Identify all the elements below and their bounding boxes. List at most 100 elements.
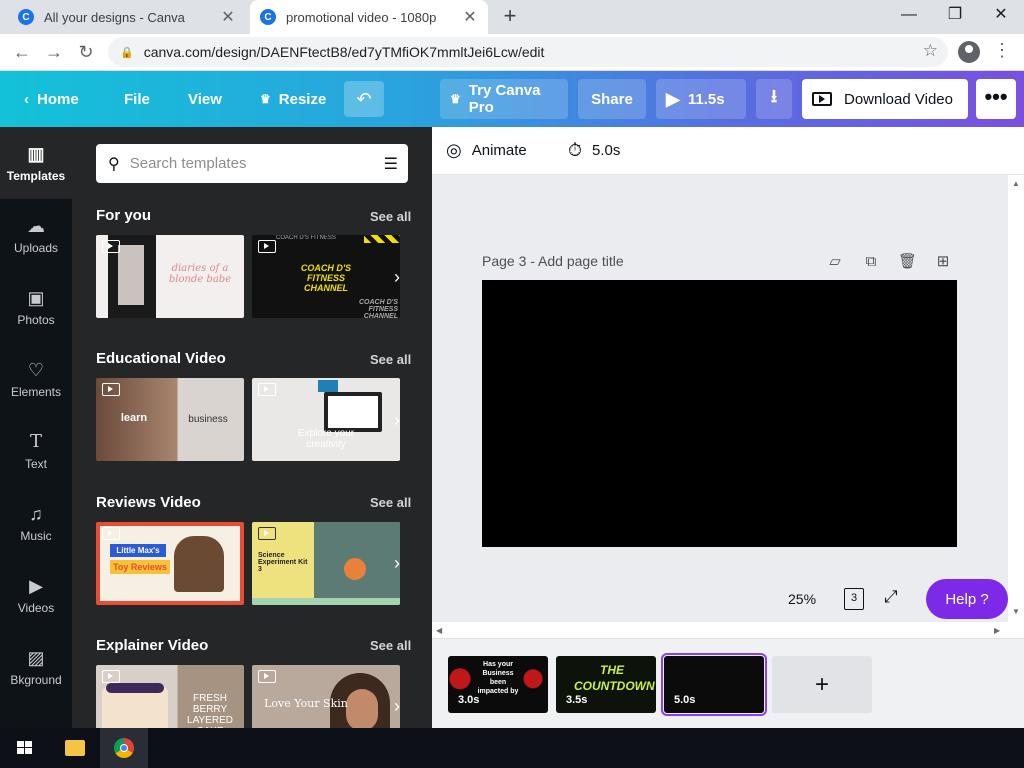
zoom-percentage[interactable]: 25% — [788, 591, 816, 607]
template-thumb-explore-creativity[interactable]: Explore your creativity — [252, 378, 400, 461]
template-thumb-diaries[interactable]: diaries of a blonde babe — [96, 235, 244, 318]
child-photo — [174, 536, 224, 592]
fullscreen-icon[interactable]: ⤢ — [884, 587, 898, 607]
scroll-right-arrow-icon[interactable]: ▶ — [994, 626, 1000, 635]
thumb-subcaption: business — [188, 414, 228, 425]
chevron-right-icon[interactable]: › — [394, 553, 408, 573]
back-arrow-icon[interactable]: ← — [10, 40, 34, 64]
note-icon[interactable]: ▱ — [826, 253, 844, 271]
tab-title: promotional video - 1080p — [286, 9, 437, 25]
template-thumb-science-kit[interactable]: Science Experiment Kit 3 — [252, 522, 400, 605]
browser-address-bar: ← → ↻ 🔒 canva.com/design/DAENFtectB8/ed7… — [0, 34, 1024, 71]
video-badge-icon — [258, 240, 276, 253]
rail-item-elements[interactable]: ♡ Elements — [0, 343, 72, 415]
more-options-button[interactable]: ••• — [976, 79, 1016, 119]
template-thumb-berry-cake[interactable]: FRESH BERRY LAYERED CAKE — [96, 665, 244, 728]
new-tab-button[interactable]: + — [498, 4, 522, 28]
download-icon-button[interactable]: ⭳ — [756, 79, 792, 119]
home-button[interactable]: ‹ Home — [14, 79, 89, 119]
try-canva-pro-button[interactable]: ♛ Try Canva Pro — [440, 79, 568, 119]
close-icon[interactable]: ✕ — [462, 7, 478, 27]
chevron-right-icon[interactable]: › — [394, 410, 408, 430]
rail-item-background[interactable]: ▨ Bkground — [0, 631, 72, 703]
page-title[interactable]: Page 3 - Add page title — [482, 253, 624, 269]
window-close-icon[interactable]: ✕ — [978, 0, 1024, 30]
thumb-subcaption: Toy Reviews — [110, 560, 170, 574]
design-canvas-page[interactable] — [482, 280, 957, 547]
see-all-link[interactable]: See all — [370, 209, 411, 224]
see-all-link[interactable]: See all — [370, 495, 411, 510]
berries-shape — [106, 683, 164, 693]
background-pattern-icon: ▨ — [27, 648, 45, 668]
duplicate-icon[interactable]: ⧉ — [862, 253, 880, 271]
add-page-button[interactable]: + — [772, 656, 872, 713]
scroll-down-arrow-icon[interactable]: ▼ — [1012, 607, 1020, 616]
url-field[interactable]: 🔒 canva.com/design/DAENFtectB8/ed7yTMfiO… — [108, 37, 948, 67]
timeline-clip-2[interactable]: THE COUNTDOWN? 3.5s — [556, 656, 656, 713]
person-photo — [118, 245, 144, 305]
rail-item-music[interactable]: ♫ Music — [0, 487, 72, 559]
file-menu-button[interactable]: File — [114, 79, 160, 119]
resize-button[interactable]: ♛ Resize — [250, 79, 336, 119]
rail-item-videos[interactable]: ▶ Videos — [0, 559, 72, 631]
chevron-left-icon: ‹ — [24, 90, 29, 108]
download-video-button[interactable]: Download Video — [802, 79, 968, 119]
see-all-link[interactable]: See all — [370, 352, 411, 367]
section-title: Explainer Video — [96, 637, 209, 654]
rail-item-uploads[interactable]: ☁ Uploads — [0, 199, 72, 271]
chevron-right-icon[interactable]: › — [394, 696, 408, 716]
browser-menu-icon[interactable]: ⋮ — [992, 40, 1012, 61]
play-button[interactable]: ▶ 11.5s — [656, 79, 746, 119]
reload-icon[interactable]: ↻ — [74, 40, 98, 64]
profile-avatar-icon[interactable] — [958, 41, 980, 63]
help-button[interactable]: Help ? — [926, 579, 1008, 619]
cake-photo — [102, 687, 168, 728]
windows-start-icon[interactable] — [0, 728, 48, 768]
search-icon: ⚲ — [108, 155, 120, 173]
share-button[interactable]: Share — [578, 79, 646, 119]
rail-item-templates[interactable]: ▥ Templates — [0, 127, 72, 199]
search-templates-input[interactable]: ⚲ Search templates ☰ — [96, 144, 408, 183]
tab-title: All your designs - Canva — [44, 9, 185, 25]
template-thumb-learn-business[interactable]: learn business — [96, 378, 244, 461]
rail-item-text[interactable]: T Text — [0, 415, 72, 487]
template-thumb-toy-reviews[interactable]: Little Max's Toy Reviews — [96, 522, 244, 605]
duration-label: 5.0s — [592, 142, 621, 159]
file-explorer-icon[interactable] — [50, 728, 98, 768]
thumb-caption: Science Experiment Kit 3 — [258, 552, 308, 573]
browser-tab-all-designs[interactable]: C All your designs - Canva ✕ — [8, 0, 246, 34]
animate-button[interactable]: ◎ Animate — [446, 140, 527, 161]
template-thumb-coach-fitness[interactable]: COACH D'S FITNESS COACH D'S FITNESS CHAN… — [252, 235, 400, 318]
shapes-icon: ♡ — [27, 360, 45, 380]
thumb-subcaption: COACH D'S FITNESS — [276, 235, 336, 241]
rail-item-photos[interactable]: ▣ Photos — [0, 271, 72, 343]
trash-icon[interactable]: 🗑 — [898, 253, 917, 271]
restore-icon[interactable]: ❐ — [932, 0, 978, 30]
view-menu-button[interactable]: View — [178, 79, 232, 119]
chrome-taskbar-icon[interactable] — [100, 728, 148, 768]
bookmark-star-icon[interactable]: ☆ — [923, 41, 938, 61]
add-page-icon[interactable]: ⊞ — [934, 253, 952, 271]
video-badge-icon — [258, 527, 276, 540]
browser-tab-promotional-video[interactable]: C promotional video - 1080p ✕ — [250, 0, 488, 34]
thumb-subcaption: COACH D'S FITNESS CHANNEL — [359, 299, 398, 318]
download-video-label: Download Video — [844, 90, 953, 108]
vertical-scrollbar[interactable]: ▲ ▼ — [1008, 175, 1024, 637]
template-thumb-love-your-skin[interactable]: Love Your Skin — [252, 665, 400, 728]
see-all-link[interactable]: See all — [370, 638, 411, 653]
undo-button[interactable]: ↶ — [344, 81, 384, 117]
video-badge-icon — [102, 240, 120, 253]
duration-button[interactable]: ⏱ 5.0s — [568, 140, 620, 161]
timeline-clip-3[interactable]: 5.0s — [661, 653, 767, 716]
video-badge-icon — [258, 383, 276, 396]
scroll-up-arrow-icon[interactable]: ▲ — [1012, 179, 1020, 188]
chevron-right-icon[interactable]: › — [394, 267, 408, 287]
scroll-left-arrow-icon[interactable]: ◀ — [436, 626, 442, 635]
timeline-clip-1[interactable]: Has your Business been impacted by 3.0s — [448, 656, 548, 713]
page-count-icon[interactable]: 3 — [844, 588, 864, 610]
filter-sliders-icon[interactable]: ☰ — [384, 154, 398, 174]
minimize-icon[interactable]: — — [886, 0, 932, 30]
close-icon[interactable]: ✕ — [220, 7, 236, 27]
horizontal-scrollbar[interactable]: ◀ ▶ — [432, 622, 1008, 638]
forward-arrow-icon[interactable]: → — [42, 40, 66, 64]
